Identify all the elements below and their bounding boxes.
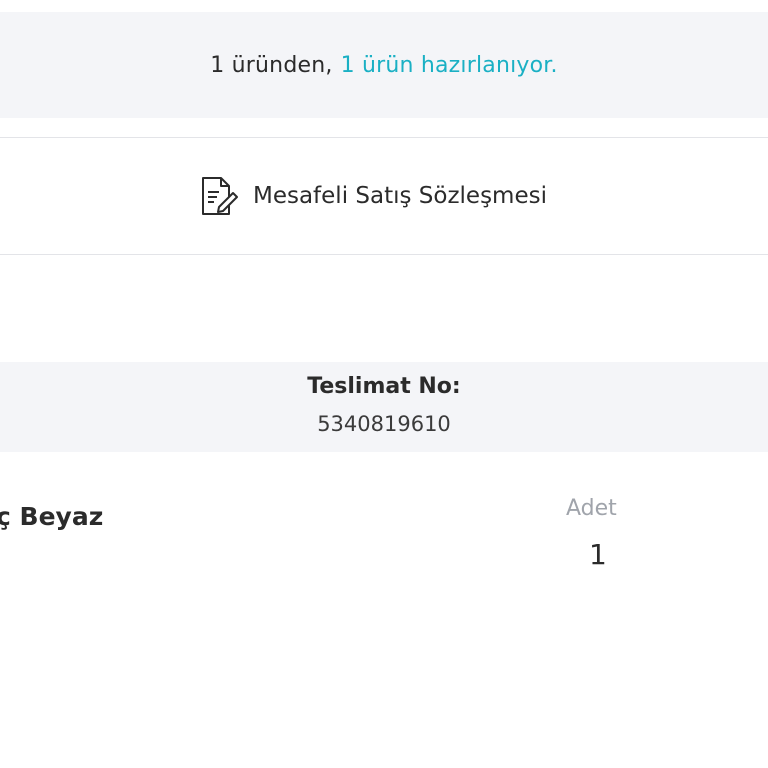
distance-sales-contract-link[interactable]: Mesafeli Satış Sözleşmesi (0, 138, 768, 254)
product-name[interactable]: ç Beyaz (0, 502, 103, 531)
status-prefix: 1 üründen, (210, 52, 333, 78)
divider (0, 254, 768, 255)
delivery-number-label: Teslimat No: (307, 374, 461, 399)
contract-label: Mesafeli Satış Sözleşmesi (252, 183, 547, 209)
quantity-label: Adet (566, 496, 617, 521)
quantity-value: 1 (589, 538, 607, 571)
order-detail-page: 1 üründen, 1 ürün hazırlanıyor. Mesafeli… (0, 0, 768, 768)
delivery-number: 5340819610 (317, 412, 451, 436)
order-status-banner: 1 üründen, 1 ürün hazırlanıyor. (0, 12, 768, 118)
document-edit-icon (197, 174, 241, 218)
delivery-info: Teslimat No: 5340819610 (0, 362, 768, 452)
status-highlight: 1 ürün hazırlanıyor. (340, 52, 558, 78)
